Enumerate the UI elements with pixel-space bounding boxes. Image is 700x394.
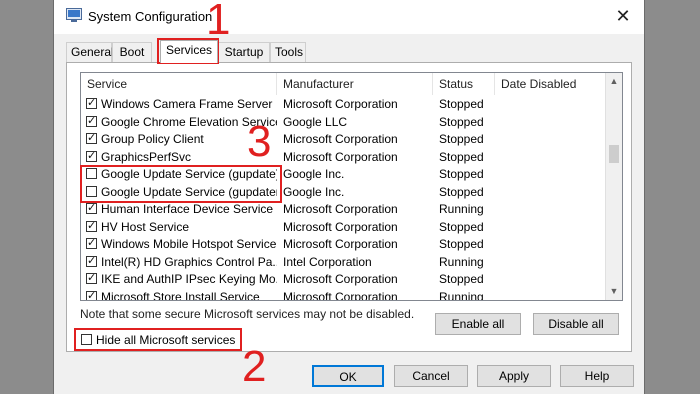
service-manufacturer: Microsoft Corporation [283, 97, 398, 111]
apply-button[interactable]: Apply [477, 365, 551, 387]
secure-services-note: Note that some secure Microsoft services… [80, 307, 415, 321]
service-manufacturer: Microsoft Corporation [283, 149, 398, 164]
enable-all-button[interactable]: Enable all [435, 313, 521, 335]
service-manufacturer: Intel Corporation [283, 254, 372, 269]
table-row[interactable]: ✓ Group Policy Client Microsoft Corporatio… [81, 131, 605, 149]
scroll-up-icon[interactable]: ▲ [606, 73, 622, 90]
hide-ms-services-highlight [74, 328, 242, 351]
service-status: Stopped [439, 132, 484, 146]
service-name: Microsoft Store Install Service [101, 289, 260, 301]
help-button[interactable]: Help [560, 365, 634, 387]
service-status: Stopped [439, 184, 484, 199]
tab-boot[interactable]: Boot [112, 42, 152, 62]
tab-startup[interactable]: Startup [218, 42, 270, 62]
service-manufacturer: Microsoft Corporation [283, 202, 398, 216]
service-name: Windows Mobile Hotspot Service [101, 237, 277, 251]
system-configuration-window: System Configuration ✕ General Boot Serv… [53, 0, 645, 394]
tab-services[interactable]: Services [160, 40, 218, 63]
vertical-scrollbar[interactable]: ▲ ▼ [605, 73, 622, 300]
column-header: Service Manufacturer Status Date Disable… [81, 73, 622, 95]
google-update-rows-highlight [80, 165, 282, 203]
annotation-number-2: 2 [242, 342, 267, 391]
service-manufacturer: Microsoft Corporation [283, 237, 398, 251]
service-manufacturer: Microsoft Corporation [283, 219, 398, 234]
window-title: System Configuration [88, 9, 213, 24]
disable-all-button[interactable]: Disable all [533, 313, 619, 335]
service-checkbox[interactable]: ✓ [86, 150, 97, 162]
service-manufacturer: Microsoft Corporation [283, 272, 398, 286]
service-manufacturer: Microsoft Corporation [283, 132, 398, 146]
cancel-button[interactable]: Cancel [394, 365, 468, 387]
service-checkbox[interactable]: ✓ [86, 273, 97, 284]
column-date-disabled[interactable]: Date Disabled [495, 73, 605, 95]
service-checkbox[interactable]: ✓ [86, 133, 97, 144]
table-row[interactable]: ✓ HV Host Service Microsoft Corporation Sto… [81, 219, 605, 237]
msconfig-app-icon [66, 8, 82, 22]
service-status: Stopped [439, 237, 484, 251]
table-row[interactable]: ✓ Intel(R) HD Graphics Control Pa... Intel… [81, 254, 605, 272]
service-status: Stopped [439, 219, 484, 234]
service-name: Human Interface Device Service [101, 202, 274, 216]
services-panel: Service Manufacturer Status Date Disable… [66, 62, 632, 352]
tab-tools[interactable]: Tools [270, 42, 306, 62]
service-checkbox[interactable]: ✓ [86, 98, 97, 109]
table-row[interactable]: ✓ GraphicsPerfSvc Microsoft Corporation Sto… [81, 149, 605, 167]
service-checkbox[interactable]: ✓ [86, 290, 97, 300]
service-status: Stopped [439, 114, 484, 129]
service-manufacturer: Google LLC [283, 114, 348, 129]
service-status: Running [439, 289, 484, 301]
title-bar: System Configuration ✕ [54, 0, 644, 34]
service-manufacturer: Microsoft Corporation [283, 289, 398, 301]
service-status: Stopped [439, 149, 484, 164]
service-manufacturer: Google Inc. [283, 167, 345, 181]
scroll-thumb[interactable] [609, 145, 619, 163]
column-service[interactable]: Service [81, 73, 277, 95]
close-icon[interactable]: ✕ [612, 6, 634, 28]
tab-general[interactable]: General [66, 42, 114, 62]
service-checkbox[interactable]: ✓ [86, 255, 97, 267]
table-row[interactable]: ✓ Windows Mobile Hotspot Service Microsoft… [81, 236, 605, 254]
service-status: Running [439, 202, 484, 216]
service-status: Stopped [439, 97, 484, 111]
service-status: Stopped [439, 272, 484, 286]
service-status: Stopped [439, 167, 484, 181]
table-row[interactable]: ✓ IKE and AuthIP IPsec Keying Mo... Micros… [81, 271, 605, 289]
annotation-number-3: 3 [247, 117, 272, 166]
column-manufacturer[interactable]: Manufacturer [277, 73, 433, 95]
table-row[interactable]: ✓ Human Interface Device Service Microsoft… [81, 201, 605, 219]
service-name: Intel(R) HD Graphics Control Pa... [101, 254, 277, 269]
ok-button[interactable]: OK [312, 365, 384, 387]
service-checkbox[interactable]: ✓ [86, 203, 97, 214]
scroll-down-icon[interactable]: ▼ [606, 283, 622, 300]
table-row[interactable]: ✓ Microsoft Store Install Service Microsof… [81, 289, 605, 301]
service-name: HV Host Service [101, 219, 190, 234]
service-checkbox[interactable]: ✓ [86, 220, 97, 232]
table-row[interactable]: ✓ Google Chrome Elevation Service Google L… [81, 114, 605, 132]
column-status[interactable]: Status [433, 73, 495, 95]
service-name: IKE and AuthIP IPsec Keying Mo... [101, 272, 277, 286]
service-name: Windows Camera Frame Server [101, 97, 273, 111]
service-checkbox[interactable]: ✓ [86, 115, 97, 127]
service-checkbox[interactable]: ✓ [86, 238, 97, 249]
table-row[interactable]: ✓ Windows Camera Frame Server Microsoft Co… [81, 96, 605, 114]
service-status: Running [439, 254, 484, 269]
service-manufacturer: Google Inc. [283, 184, 345, 199]
annotation-number-1: 1 [206, 0, 231, 44]
